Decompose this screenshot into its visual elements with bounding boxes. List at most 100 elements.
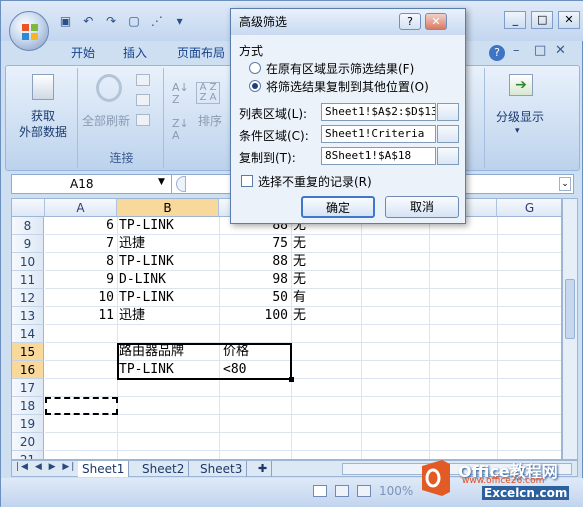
cell-c[interactable] [219,397,291,415]
sheet-nav-icons[interactable]: |◀ ◀ ▶ ▶| [16,462,76,472]
criteria-range-input[interactable]: Sheet1!Criteria [321,125,436,143]
connections-icon[interactable] [136,74,150,86]
cell-c[interactable]: 50 [219,289,291,307]
outline-dropdown-icon[interactable]: ▾ [515,126,520,136]
cell-a[interactable]: 11 [45,307,117,325]
cell-b[interactable]: 迅捷 [119,235,219,253]
name-box[interactable]: A18 [12,175,172,193]
sort-button[interactable]: 排序 [192,112,228,129]
sort-za-icon[interactable]: Z↓ A [172,118,189,142]
unique-records-label[interactable]: 选择不重复的记录(R) [258,173,372,190]
cell-b[interactable]: TP-LINK [119,361,219,379]
copy-to-picker-icon[interactable] [437,147,459,165]
page-layout-view-icon[interactable] [335,485,349,497]
properties-icon[interactable] [136,94,150,106]
row-header[interactable]: 21 [12,451,44,459]
cell-b[interactable] [119,433,219,451]
row-header[interactable]: 9 [12,235,44,253]
sheet-tab-sheet3[interactable]: Sheet3 [196,461,248,477]
option-copy-to-label[interactable]: 将筛选结果复制到其他位置(O) [266,78,429,95]
help-icon[interactable]: ? [489,45,505,61]
sheet-tab-sheet1[interactable]: Sheet1 [78,461,130,477]
cell-a[interactable] [45,379,117,397]
option-in-place-label[interactable]: 在原有区域显示筛选结果(F) [266,60,414,77]
cell-a[interactable] [45,451,117,459]
cell-c[interactable]: 100 [219,307,291,325]
cell-c[interactable] [219,379,291,397]
cell-b[interactable] [119,415,219,433]
row-header[interactable]: 8 [12,217,44,235]
cell-a[interactable] [45,397,117,415]
cell-a[interactable]: 10 [45,289,117,307]
cell-a[interactable] [45,343,117,361]
zoom-level[interactable]: 100% [379,484,413,498]
cell-d[interactable] [293,397,359,415]
cell-d[interactable] [293,433,359,451]
save-icon[interactable]: ▣ [57,13,74,30]
dialog-close-button[interactable]: ✕ [425,13,447,30]
cell-d[interactable]: 无 [293,253,359,271]
ribbon-close-icon[interactable]: ✕ [555,43,566,58]
row-header[interactable]: 12 [12,289,44,307]
cell-c[interactable]: 价格 [223,343,295,361]
redo-icon[interactable]: ↷ [103,13,120,30]
get-external-data-button[interactable]: 获取 外部数据 [12,108,74,140]
cell-a[interactable]: 9 [45,271,117,289]
cell-d[interactable] [293,379,359,397]
row-header[interactable]: 18 [12,397,44,415]
worksheet-grid[interactable]: A B C D E F G 86TP-LINK88无97迅捷75无108TP-L… [11,198,562,460]
formula-expand-icon[interactable]: ⌄ [559,177,571,191]
row-header[interactable]: 19 [12,415,44,433]
cell-b[interactable] [119,325,219,343]
cell-a[interactable]: 8 [45,253,117,271]
refresh-all-button[interactable]: 全部刷新 [80,112,132,129]
cell-d[interactable]: 无 [293,235,359,253]
cell-c[interactable] [219,415,291,433]
cell-d[interactable] [293,361,359,379]
ok-button[interactable]: 确定 [301,196,375,218]
row-header[interactable]: 16 [12,361,44,379]
vertical-scrollbar[interactable] [562,198,578,460]
cell-b[interactable]: 路由器品牌 [119,343,219,361]
ribbon-restore-icon[interactable]: □ [534,43,546,58]
sort-az-icon[interactable]: A↓ Z [172,82,189,106]
sort-dialog-icon[interactable]: A ZZ A [196,82,220,104]
column-header-g[interactable]: G [497,199,561,217]
cell-b[interactable]: TP-LINK [119,217,219,235]
row-header[interactable]: 20 [12,433,44,451]
unique-records-checkbox[interactable] [241,175,253,187]
column-header-b[interactable]: B [117,199,219,217]
criteria-range-picker-icon[interactable] [437,125,459,143]
ribbon-minimize-icon[interactable]: – [513,43,520,58]
cell-d[interactable] [293,325,359,343]
normal-view-icon[interactable] [313,485,327,497]
cell-b[interactable] [119,451,219,459]
cell-d[interactable] [293,343,359,361]
cell-d[interactable]: 有 [293,289,359,307]
cancel-button[interactable]: 取消 [385,196,459,218]
minimize-button[interactable]: _ [504,11,527,29]
cell-b[interactable]: 迅捷 [119,307,219,325]
row-header[interactable]: 13 [12,307,44,325]
edit-links-icon[interactable] [136,114,150,126]
select-all-corner[interactable] [12,199,45,217]
cell-d[interactable] [293,451,359,459]
cell-a[interactable] [45,433,117,451]
column-header-a[interactable]: A [45,199,117,217]
row-header[interactable]: 15 [12,343,44,361]
cell-c[interactable]: 75 [219,235,291,253]
cell-b[interactable] [119,379,219,397]
row-header[interactable]: 10 [12,253,44,271]
radio-copy-to[interactable] [249,80,261,92]
formula-splitter-icon[interactable] [176,176,186,192]
tab-insert[interactable]: 插入 [123,44,147,61]
dialog-help-button[interactable]: ? [399,13,421,30]
list-range-input[interactable]: Sheet1!$A$2:$D$13 [321,103,436,121]
scroll-thumb[interactable] [565,279,575,339]
undo-icon[interactable]: ↶ [80,13,97,30]
cell-b[interactable] [119,397,219,415]
list-range-picker-icon[interactable] [437,103,459,121]
sheet-tab-sheet2[interactable]: Sheet2 [138,461,190,477]
cell-c[interactable] [219,433,291,451]
cell-a[interactable] [45,361,117,379]
